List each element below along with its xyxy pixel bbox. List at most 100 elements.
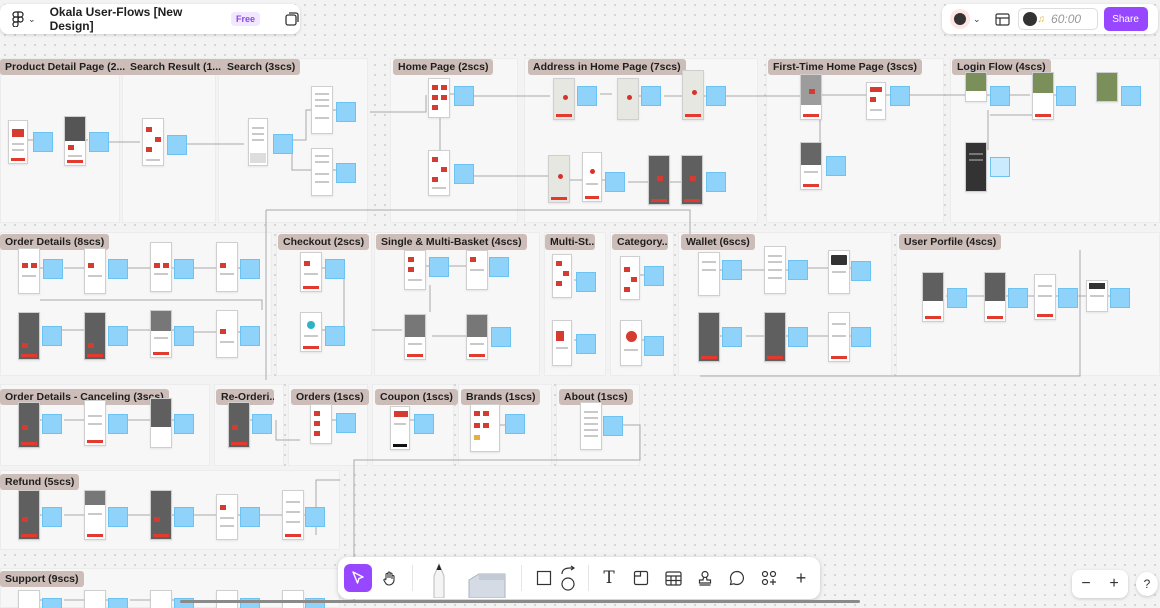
sticky-note[interactable] [42, 326, 62, 346]
pages-icon[interactable] [284, 11, 300, 27]
widgets-tool-icon[interactable] [755, 564, 783, 592]
section-label[interactable]: Wallet (6scs) [681, 234, 755, 250]
sticky-note[interactable] [42, 507, 62, 527]
sticky-note[interactable] [108, 598, 128, 608]
sticky-note[interactable] [240, 326, 260, 346]
screen-frame[interactable] [764, 312, 786, 362]
screen-frame[interactable] [282, 590, 304, 608]
layout-panel-icon[interactable] [994, 12, 1010, 26]
screen-frame[interactable] [764, 246, 786, 294]
sticky-note[interactable] [174, 414, 194, 434]
sticky-note[interactable] [240, 507, 260, 527]
screen-frame[interactable] [84, 490, 106, 540]
screen-frame[interactable] [698, 252, 720, 296]
screen-frame[interactable] [142, 118, 164, 166]
screen-frame[interactable] [18, 248, 40, 294]
screen-frame[interactable] [470, 404, 500, 452]
sticky-note[interactable] [273, 134, 293, 154]
figma-logo-icon[interactable] [10, 11, 25, 27]
figjam-canvas[interactable]: Product Detail Page (2... Search Result … [0, 0, 1160, 608]
sticky-note[interactable] [1058, 288, 1078, 308]
sticky-note[interactable] [505, 414, 525, 434]
sticky-note[interactable] [325, 259, 345, 279]
screen-frame[interactable] [300, 312, 322, 352]
sticky-note[interactable] [788, 260, 808, 280]
screen-frame[interactable] [150, 242, 172, 292]
marker-tool-icon[interactable] [461, 558, 513, 598]
section-label[interactable]: Search Result (1... [125, 59, 227, 75]
sticky-note[interactable] [43, 259, 63, 279]
screen-frame[interactable] [404, 250, 426, 290]
section-label[interactable]: Single & Multi-Basket (4scs) [376, 234, 527, 250]
sticky-note[interactable] [706, 172, 726, 192]
sticky-note[interactable] [89, 132, 109, 152]
chevron-down-icon[interactable]: ⌄ [973, 14, 981, 25]
share-button[interactable]: Share [1103, 7, 1148, 31]
screen-frame[interactable] [1034, 274, 1056, 320]
sticky-note[interactable] [174, 507, 194, 527]
screen-frame[interactable] [1086, 280, 1108, 312]
sticky-note[interactable] [706, 86, 726, 106]
section-tool-icon[interactable] [627, 564, 655, 592]
screen-frame[interactable] [18, 402, 40, 448]
screen-frame[interactable] [965, 72, 987, 102]
section-label[interactable]: First-Time Home Page (3scs) [768, 59, 922, 75]
sticky-note[interactable] [454, 86, 474, 106]
sticky-note[interactable] [826, 156, 846, 176]
sticky-note[interactable] [576, 272, 596, 292]
screen-frame[interactable] [150, 490, 172, 540]
sticky-note[interactable] [1110, 288, 1130, 308]
sticky-note[interactable] [336, 163, 356, 183]
screen-frame[interactable] [8, 120, 28, 164]
section-label[interactable]: Support (9scs) [0, 571, 84, 587]
screen-frame[interactable] [311, 148, 333, 196]
horizontal-scrollbar[interactable] [180, 600, 860, 603]
sticky-note[interactable] [489, 257, 509, 277]
screen-frame[interactable] [1032, 72, 1054, 120]
screen-frame[interactable] [580, 402, 602, 450]
screen-frame[interactable] [390, 406, 410, 450]
sticky-note[interactable] [641, 86, 661, 106]
section-label[interactable]: Coupon (1scs) [375, 389, 458, 405]
screen-frame[interactable] [18, 590, 40, 608]
section-label[interactable]: Orders (1scs) [291, 389, 369, 405]
screen-frame[interactable] [984, 272, 1006, 322]
sticky-note[interactable] [851, 327, 871, 347]
screen-frame[interactable] [216, 590, 238, 608]
sticky-note[interactable] [305, 507, 325, 527]
sticky-note[interactable] [108, 326, 128, 346]
screen-frame[interactable] [552, 254, 572, 298]
sticky-note[interactable] [576, 334, 596, 354]
sticky-note[interactable] [240, 259, 260, 279]
plan-badge[interactable]: Free [230, 12, 260, 26]
more-tools-icon[interactable]: + [787, 564, 815, 592]
sticky-note[interactable] [722, 260, 742, 280]
help-button[interactable]: ? [1136, 572, 1158, 596]
screen-frame[interactable] [552, 320, 572, 366]
sticky-note[interactable] [603, 416, 623, 436]
pen-tool-icon[interactable] [421, 558, 457, 598]
section-label[interactable]: Category... [612, 234, 668, 250]
screen-frame[interactable] [553, 78, 575, 120]
sticky-note[interactable] [890, 86, 910, 106]
chevron-down-icon[interactable]: ⌄ [28, 14, 36, 25]
sticky-note[interactable] [33, 132, 53, 152]
screen-frame[interactable] [828, 250, 850, 294]
screen-frame[interactable] [681, 155, 703, 205]
screen-frame[interactable] [216, 242, 238, 292]
screen-frame[interactable] [800, 74, 822, 120]
screen-frame[interactable] [282, 490, 304, 540]
section-label[interactable]: Address in Home Page (7scs) [528, 59, 686, 75]
section-label[interactable]: Product Detail Page (2... [0, 59, 131, 75]
timer-widget[interactable]: ♫ 60:00 [1017, 8, 1098, 30]
sticky-note[interactable] [947, 288, 967, 308]
sticky-note[interactable] [491, 327, 511, 347]
screen-frame[interactable] [466, 314, 488, 360]
screen-frame[interactable] [228, 402, 250, 448]
zoom-out-button[interactable]: − [1081, 575, 1090, 593]
text-tool-icon[interactable]: T [595, 564, 623, 592]
screen-frame[interactable] [428, 150, 450, 196]
sticky-note[interactable] [1121, 86, 1141, 106]
move-tool-icon[interactable] [344, 564, 372, 592]
screen-frame[interactable] [64, 116, 86, 166]
